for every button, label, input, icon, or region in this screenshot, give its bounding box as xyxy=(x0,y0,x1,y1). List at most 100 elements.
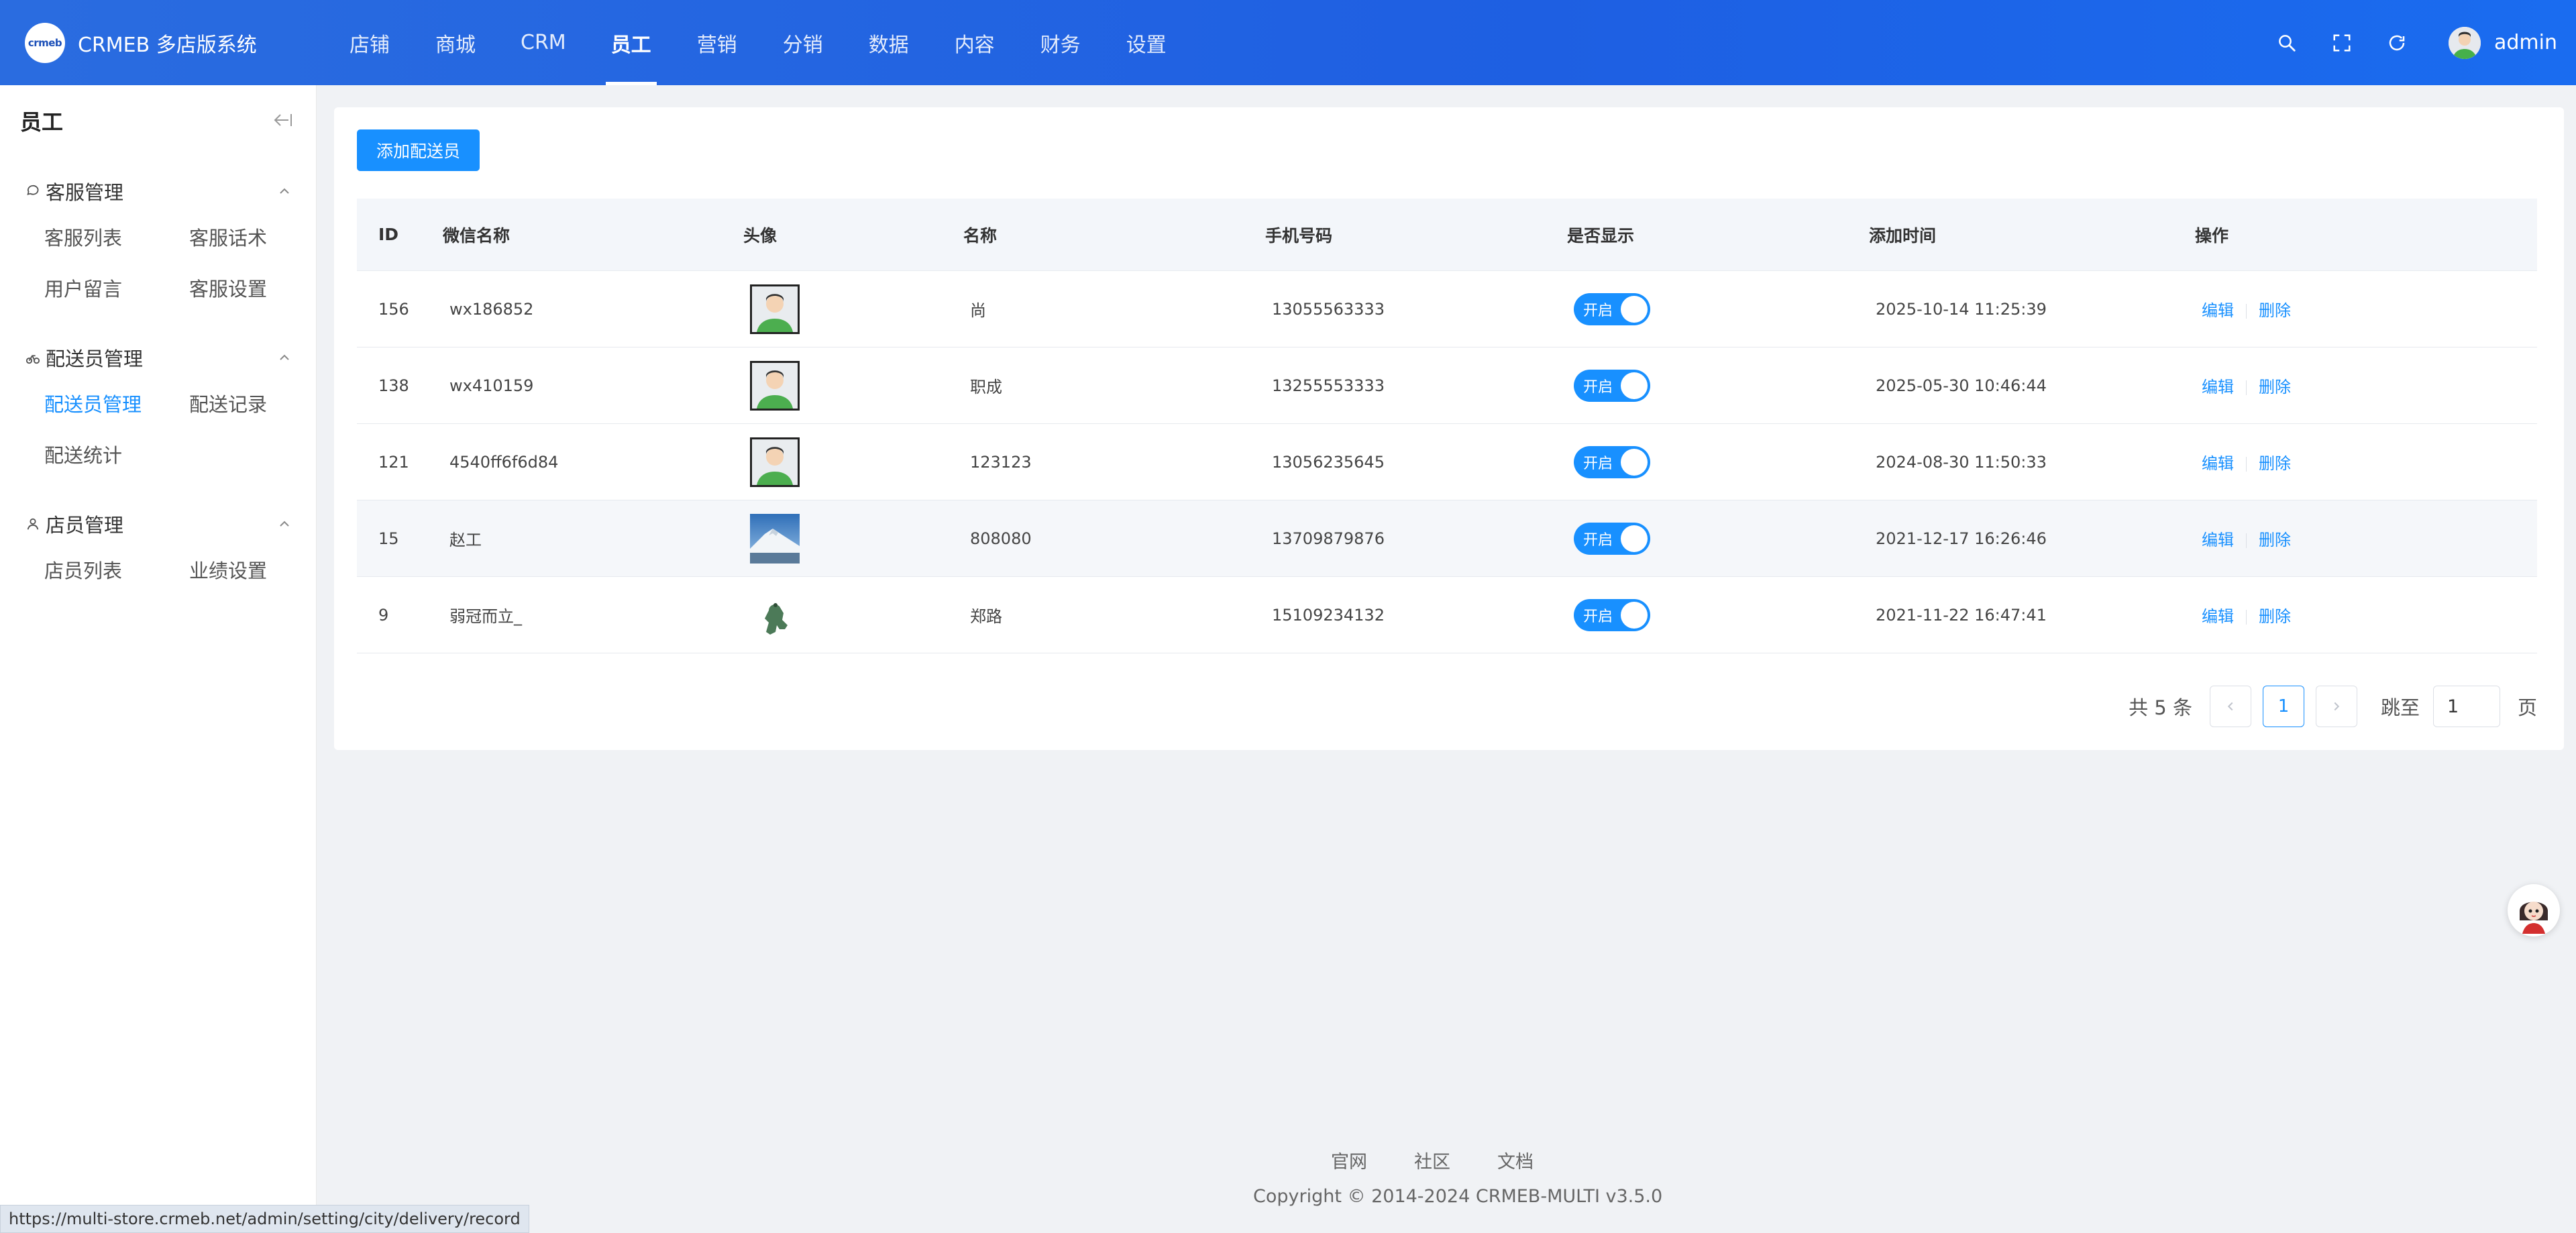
cell-id: 121 xyxy=(378,452,409,472)
edit-link[interactable]: 编辑 xyxy=(2202,378,2234,396)
edit-link[interactable]: 编辑 xyxy=(2202,531,2234,549)
sidebar-item-service-list[interactable]: 客服列表 xyxy=(44,211,189,262)
cell-phone: 13055563333 xyxy=(1272,299,1385,319)
delete-link[interactable]: 删除 xyxy=(2259,607,2291,626)
sidebar-item-performance-settings[interactable]: 业绩设置 xyxy=(189,544,323,595)
top-nav-shop[interactable]: 店铺 xyxy=(327,0,413,85)
chevron-left-icon xyxy=(2227,702,2233,711)
pagination: 共 5 条 1 跳至 页 xyxy=(2129,686,2537,727)
delete-link[interactable]: 删除 xyxy=(2259,454,2291,473)
top-nav-distribution[interactable]: 分销 xyxy=(760,0,846,85)
cell-phone: 13056235645 xyxy=(1272,452,1385,472)
footer-link-docs[interactable]: 文档 xyxy=(1497,1147,1534,1173)
chevron-right-icon xyxy=(2334,702,2340,711)
jump-page-input[interactable] xyxy=(2432,686,2500,727)
cell-added-time: 2025-10-14 11:25:39 xyxy=(1876,299,2047,319)
delete-link[interactable]: 删除 xyxy=(2259,531,2291,549)
cell-added-time: 2021-12-17 16:26:46 xyxy=(1876,529,2047,548)
delete-link[interactable]: 删除 xyxy=(2259,378,2291,396)
collapse-sidebar-icon[interactable] xyxy=(271,110,294,130)
jump-label: 跳至 xyxy=(2380,696,2420,719)
add-courier-button[interactable]: 添加配送员 xyxy=(357,129,480,171)
prev-page-button[interactable] xyxy=(2209,686,2251,727)
sidebar-item-courier-management[interactable]: 配送员管理 xyxy=(44,378,189,429)
top-header: crmeb CRMEB 多店版系统 店铺 商城 CRM 员工 营销 分销 数据 … xyxy=(0,0,2576,85)
cell-wechat-name: 赵工 xyxy=(449,531,482,549)
person-icon xyxy=(24,515,42,533)
sidebar-group-head[interactable]: 配送员管理 xyxy=(0,337,317,378)
column-header-added-time: 添加时间 xyxy=(1869,225,1937,246)
cell-name: 123123 xyxy=(970,452,1032,472)
edit-link[interactable]: 编辑 xyxy=(2202,607,2234,626)
bike-icon xyxy=(24,349,42,366)
display-toggle[interactable]: 开启 xyxy=(1574,445,1650,478)
display-toggle[interactable]: 开启 xyxy=(1574,598,1650,631)
edit-link[interactable]: 编辑 xyxy=(2202,301,2234,320)
cell-id: 9 xyxy=(378,605,389,625)
column-header-phone: 手机号码 xyxy=(1265,225,1333,246)
pagination-total: 共 5 条 xyxy=(2129,696,2192,719)
table-row: 138 wx410159 职成 13255553333 开启 2025-05-3… xyxy=(357,347,2537,424)
top-nav-staff[interactable]: 员工 xyxy=(588,0,674,85)
customer-service-float-button[interactable] xyxy=(2508,884,2560,936)
cell-wechat-name: 弱冠而立_ xyxy=(449,607,522,626)
cell-name: 郑路 xyxy=(970,607,1002,626)
cell-wechat-name: wx410159 xyxy=(449,376,534,395)
top-nav-crm[interactable]: CRM xyxy=(498,0,588,85)
footer-link-community[interactable]: 社区 xyxy=(1414,1147,1450,1173)
cell-name: 尚 xyxy=(970,301,986,320)
sidebar-item-delivery-records[interactable]: 配送记录 xyxy=(189,378,323,429)
default-avatar xyxy=(750,284,800,334)
cell-phone: 15109234132 xyxy=(1272,605,1385,625)
chat-icon xyxy=(24,182,42,200)
chevron-up-icon xyxy=(276,516,292,532)
search-icon[interactable] xyxy=(2273,30,2300,56)
column-header-id: ID xyxy=(378,225,399,244)
cell-phone: 13255553333 xyxy=(1272,376,1385,395)
display-toggle[interactable]: 开启 xyxy=(1574,522,1650,555)
display-toggle[interactable]: 开启 xyxy=(1574,292,1650,325)
cell-wechat-name: wx186852 xyxy=(449,299,534,319)
toggle-label: 开启 xyxy=(1583,455,1613,472)
top-nav-finance[interactable]: 财务 xyxy=(1018,0,1104,85)
column-header-wechat-name: 微信名称 xyxy=(443,225,511,246)
service-avatar-icon xyxy=(2509,886,2559,935)
toggle-label: 开启 xyxy=(1583,378,1613,396)
brand-logo: crmeb xyxy=(25,22,65,63)
brand[interactable]: crmeb CRMEB 多店版系统 xyxy=(25,22,307,63)
sidebar-group-head[interactable]: 客服管理 xyxy=(0,171,317,211)
sidebar-item-delivery-stats[interactable]: 配送统计 xyxy=(44,429,189,480)
sidebar-item-service-scripts[interactable]: 客服话术 xyxy=(189,211,323,262)
delete-link[interactable]: 删除 xyxy=(2259,301,2291,320)
top-nav-content[interactable]: 内容 xyxy=(932,0,1018,85)
sidebar-group-head[interactable]: 店员管理 xyxy=(0,504,317,544)
cell-name: 808080 xyxy=(970,529,1032,548)
toggle-label: 开启 xyxy=(1583,302,1613,319)
top-nav-settings[interactable]: 设置 xyxy=(1104,0,1189,85)
footer-link-official-site[interactable]: 官网 xyxy=(1331,1147,1367,1173)
page-number-button[interactable]: 1 xyxy=(2262,686,2304,727)
user-avatar[interactable] xyxy=(2449,26,2481,59)
sidebar-item-service-settings[interactable]: 客服设置 xyxy=(189,262,323,313)
header-tools: admin xyxy=(2259,0,2557,85)
user-name[interactable]: admin xyxy=(2494,31,2557,54)
edit-link[interactable]: 编辑 xyxy=(2202,454,2234,473)
top-nav-data[interactable]: 数据 xyxy=(846,0,932,85)
fullscreen-icon[interactable] xyxy=(2328,30,2355,56)
column-header-actions: 操作 xyxy=(2195,225,2229,246)
refresh-icon[interactable] xyxy=(2383,30,2410,56)
sidebar-item-user-messages[interactable]: 用户留言 xyxy=(44,262,189,313)
courier-table: ID 微信名称 头像 名称 手机号码 是否显示 添加时间 操作 156 wx18… xyxy=(357,199,2537,653)
next-page-button[interactable] xyxy=(2315,686,2357,727)
column-header-display: 是否显示 xyxy=(1567,225,1635,246)
sidebar-group-customer-service: 客服管理 客服列表 客服话术 用户留言 客服设置 xyxy=(0,171,317,313)
top-nav-marketing[interactable]: 营销 xyxy=(674,0,760,85)
table-row: 156 wx186852 尚 13055563333 开启 2025-10-14… xyxy=(357,271,2537,347)
top-nav-mall[interactable]: 商城 xyxy=(413,0,498,85)
column-header-avatar: 头像 xyxy=(743,225,777,246)
display-toggle[interactable]: 开启 xyxy=(1574,369,1650,402)
table-row: 9 弱冠而立_ 郑路 15109234132 开启 2021-11-22 16:… xyxy=(357,577,2537,653)
sidebar-group-label: 客服管理 xyxy=(46,181,124,204)
cell-phone: 13709879876 xyxy=(1272,529,1385,548)
sidebar-item-clerk-list[interactable]: 店员列表 xyxy=(44,544,189,595)
